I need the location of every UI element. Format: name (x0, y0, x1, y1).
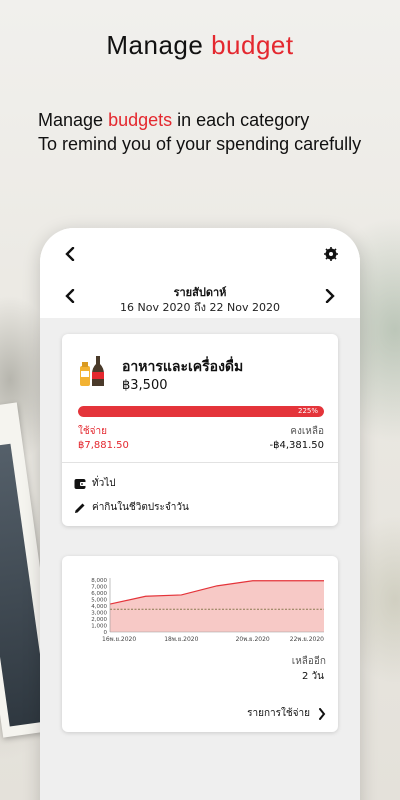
category-budget: ฿3,500 (122, 378, 168, 393)
period-range: 16 Nov 2020 ถึง 22 Nov 2020 (120, 301, 280, 314)
remaining-value: -฿4,381.50 (269, 440, 324, 451)
back-button[interactable] (58, 242, 82, 266)
x-tick-label: 16พ.ย.2020 (102, 636, 136, 643)
budget-card[interactable]: อาหารและเครื่องดื่ม ฿3,500 225% ใช้จ่าย … (62, 334, 338, 526)
x-tick-label: 22พ.ย.2020 (290, 636, 324, 643)
promo-title-prefix: Manage (106, 30, 212, 60)
card-divider (62, 462, 338, 463)
y-tick-label: 4,000 (91, 604, 107, 610)
spent-value: ฿7,881.50 (78, 440, 129, 451)
promo-line-1-suffix: in each category (172, 110, 310, 130)
promo-header: Manage budget (0, 30, 400, 61)
gear-icon (324, 247, 338, 261)
promo-line-2: To remind you of your spending carefully (38, 134, 362, 154)
budget-progress-fill (78, 406, 324, 417)
wallet-label: ทั่วไป (92, 478, 116, 489)
spent-label: ใช้จ่าย (78, 426, 108, 437)
content-area: อาหารและเครื่องดื่ม ฿3,500 225% ใช้จ่าย … (40, 318, 360, 800)
expense-list-label: รายการใช้จ่าย (247, 708, 310, 719)
x-tick-label: 20พ.ย.2020 (236, 636, 270, 643)
phone-frame: รายสัปดาห์ 16 Nov 2020 ถึง 22 Nov 2020 อ… (40, 228, 360, 800)
days-remaining-value: 2 วัน (302, 671, 324, 682)
note-label: ค่ากินในชีวิตประจำวัน (92, 502, 189, 513)
chevron-right-icon (319, 707, 326, 720)
promo-line-1: Manage budgets in each category (38, 108, 388, 132)
food-drink-icon (80, 356, 104, 386)
promo-title: Manage budget (0, 30, 400, 61)
settings-button[interactable] (319, 242, 343, 266)
promo-line-1-prefix: Manage (38, 110, 109, 130)
spending-chart: 8,0007,0006,0005,0004,0003,0002,0001,000… (91, 578, 324, 643)
spending-area (110, 580, 324, 632)
days-remaining-label: เหลืออีก (291, 656, 326, 667)
y-tick-label: 8,000 (91, 578, 107, 584)
chevron-left-icon (65, 247, 75, 261)
promo-subtitle: Manage budgets in each category To remin… (38, 108, 388, 156)
y-tick-label: 7,000 (91, 585, 107, 591)
y-tick-label: 1,000 (91, 624, 107, 630)
x-tick-label: 18พ.ย.2020 (164, 636, 198, 643)
chart-card: 8,000 7,000 6,000 5,000 4,000 3,000 2,000 1,000… (62, 556, 338, 732)
y-tick-label: 2,000 (91, 617, 107, 623)
pencil-icon (75, 503, 85, 513)
wallet-row: ทั่วไป (74, 476, 116, 491)
category-name: อาหารและเครื่องดื่ม (122, 359, 244, 375)
wallet-icon (74, 478, 86, 489)
remaining-label: คงเหลือ (290, 426, 324, 437)
app-top-bar: รายสัปดาห์ 16 Nov 2020 ถึง 22 Nov 2020 (40, 228, 360, 318)
promo-title-accent: budget (211, 30, 294, 60)
y-tick-label: 3,000 (91, 611, 107, 617)
budget-progress-label: 225% (297, 407, 318, 415)
expense-list-link[interactable]: รายการใช้จ่าย (247, 706, 326, 721)
y-tick-label: 6,000 (91, 591, 107, 597)
budget-progress-bar: 225% (78, 406, 324, 417)
promo-line-1-accent: budgets (108, 110, 173, 130)
y-tick-label: 5,000 (91, 598, 107, 604)
note-row: ค่ากินในชีวิตประจำวัน (74, 500, 189, 515)
